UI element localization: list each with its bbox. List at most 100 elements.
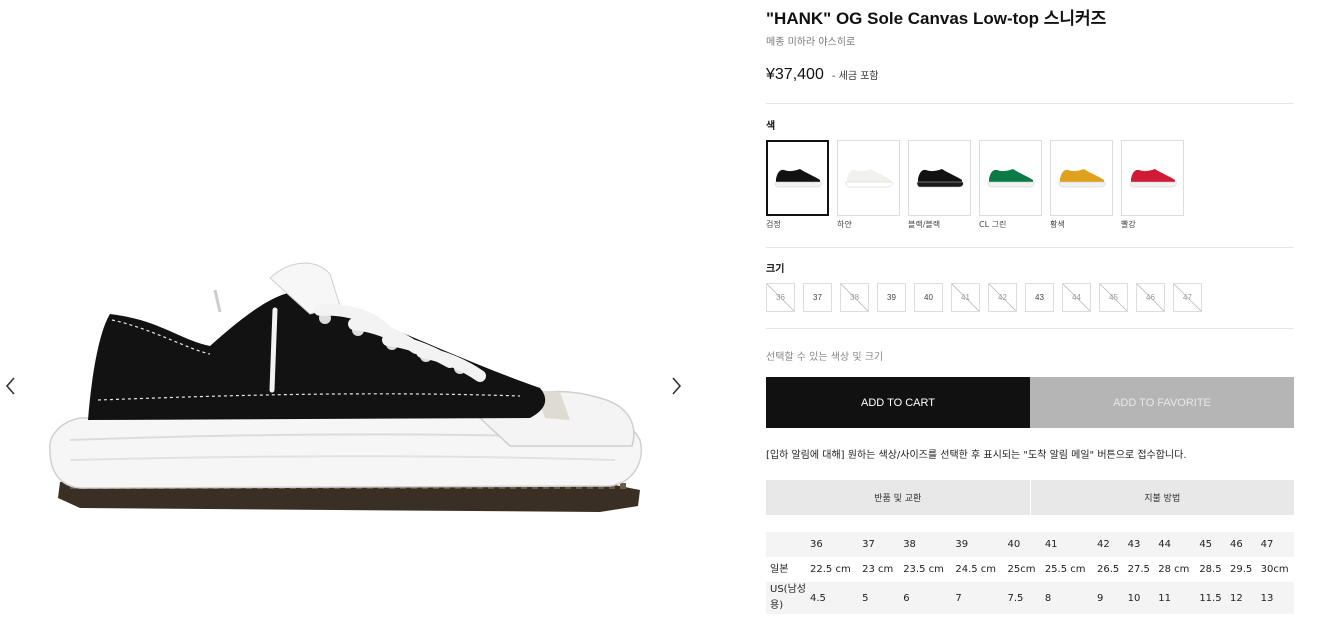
- add-to-favorite-button[interactable]: ADD TO FAVORITE: [1030, 377, 1294, 428]
- size-option[interactable]: 43: [1025, 283, 1054, 312]
- size-chart-cell: 23.5 cm: [899, 557, 952, 582]
- size-chart-cell: 27.5: [1123, 557, 1155, 582]
- swatch-thumbnail[interactable]: [1121, 140, 1184, 216]
- size-chart-cell: 41: [1040, 532, 1093, 557]
- color-swatch[interactable]: 빨강: [1121, 140, 1185, 230]
- size-option[interactable]: 39: [877, 283, 906, 312]
- size-chart-cell: 22.5 cm: [806, 557, 859, 582]
- size-chart-cell: 44: [1154, 532, 1196, 557]
- size-chart-cell: 37: [858, 532, 900, 557]
- size-chart-row: US(남성용) 4.5 5 6 7 7.5 8 9 10 11 11.5 12 13: [766, 582, 1294, 614]
- size-chart-cell: 6: [899, 582, 952, 614]
- swatch-label: 검정: [766, 220, 781, 229]
- size-option[interactable]: 40: [914, 283, 943, 312]
- size-chart-cell: 23 cm: [858, 557, 900, 582]
- size-chart-cell: 7.5: [1003, 582, 1041, 614]
- size-chart-cell: 45: [1195, 532, 1226, 557]
- size-chart-cell: 28.5: [1195, 557, 1226, 582]
- size-chart-cell: 11.5: [1195, 582, 1226, 614]
- size-chart-cell: 7: [951, 582, 1004, 614]
- size-chart-cell: 5: [858, 582, 900, 614]
- size-chart-cell: 46: [1225, 532, 1257, 557]
- size-chart-cell: 11: [1154, 582, 1196, 614]
- size-chart-cell: 38: [899, 532, 952, 557]
- shoe-thumbnail-icon: [916, 169, 963, 188]
- size-chart-cell: [766, 532, 806, 557]
- chevron-left-icon[interactable]: [0, 372, 24, 400]
- product-gallery: [0, 0, 690, 640]
- size-option[interactable]: 46: [1136, 283, 1165, 312]
- color-swatches: 검정 하얀 블랙/블랙 CL 그린 황색 빨강: [766, 140, 1192, 230]
- size-chart-cell: 8: [1040, 582, 1093, 614]
- size-option[interactable]: 42: [988, 283, 1017, 312]
- size-chart-cell: 26.5: [1092, 557, 1124, 582]
- size-chart: 36 37 38 39 40 41 42 43 44 45 46 47 일본 22.5 cm 23 cm 23…: [766, 532, 1294, 614]
- product-image: [49, 262, 642, 512]
- swatch-thumbnail[interactable]: [766, 140, 829, 216]
- shoe-thumbnail-icon: [1058, 169, 1105, 188]
- tab-returns[interactable]: 반품 및 교환: [766, 480, 1030, 515]
- size-chart-cell: 36: [806, 532, 859, 557]
- size-option[interactable]: 45: [1099, 283, 1128, 312]
- size-chart-cell: 43: [1123, 532, 1155, 557]
- size-chart-cell: 28 cm: [1154, 557, 1196, 582]
- brand-name: 메종 미하라 야스히로: [766, 37, 856, 48]
- size-chart-row-label: US(남성용): [766, 582, 806, 614]
- shoe-thumbnail-icon: [987, 169, 1034, 188]
- color-label: 색: [766, 121, 776, 132]
- size-chart-cell: 25cm: [1003, 557, 1041, 582]
- swatch-label: 블랙/블랙: [908, 220, 941, 229]
- swatch-label: 빨강: [1121, 220, 1136, 229]
- tab-payment[interactable]: 지불 방법: [1029, 480, 1295, 515]
- tax-note: - 세금 포함: [831, 71, 879, 82]
- swatch-label: 하얀: [837, 220, 852, 229]
- size-option[interactable]: 41: [951, 283, 980, 312]
- size-option[interactable]: 44: [1062, 283, 1091, 312]
- divider: [766, 103, 1294, 104]
- size-chart-cell: 10: [1123, 582, 1155, 614]
- size-chart-cell: 42: [1092, 532, 1124, 557]
- size-chart-cell: 24.5 cm: [951, 557, 1004, 582]
- color-swatch[interactable]: 블랙/블랙: [908, 140, 972, 230]
- price-row: ¥37,400 - 세금 포함: [766, 66, 879, 84]
- color-swatch[interactable]: CL 그린: [979, 140, 1043, 230]
- add-to-cart-button[interactable]: ADD TO CART: [766, 377, 1030, 428]
- product-title: "HANK" OG Sole Canvas Low-top 스니커즈: [766, 9, 1107, 28]
- size-chart-cell: 25.5 cm: [1040, 557, 1093, 582]
- size-option[interactable]: 47: [1173, 283, 1202, 312]
- size-chart-row-label: 일본: [766, 557, 806, 582]
- size-chart-cell: 47: [1256, 532, 1294, 557]
- swatch-label: CL 그린: [979, 220, 1007, 229]
- swatch-thumbnail[interactable]: [837, 140, 900, 216]
- size-label: 크기: [766, 264, 785, 275]
- price: ¥37,400: [766, 66, 824, 83]
- size-option[interactable]: 38: [840, 283, 869, 312]
- size-option[interactable]: 36: [766, 283, 795, 312]
- restock-notice: [입하 알림에 대해] 원하는 색상/사이즈를 선택한 후 표시되는 "도착 알…: [766, 450, 1187, 461]
- swatch-thumbnail[interactable]: [1050, 140, 1113, 216]
- size-chart-cell: 13: [1256, 582, 1294, 614]
- size-option[interactable]: 37: [803, 283, 832, 312]
- chevron-right-icon[interactable]: [663, 372, 687, 400]
- selection-hint: 선택할 수 있는 색상 및 크기: [766, 352, 884, 363]
- size-chart-cell: 39: [951, 532, 1004, 557]
- shoe-thumbnail-icon: [845, 169, 892, 188]
- swatch-thumbnail[interactable]: [908, 140, 971, 216]
- shoe-thumbnail-icon: [1129, 169, 1176, 188]
- size-chart-cell: 12: [1225, 582, 1257, 614]
- size-chart-row: 일본 22.5 cm 23 cm 23.5 cm 24.5 cm 25cm 25.5 cm 2…: [766, 557, 1294, 582]
- info-tabs: 반품 및 교환 지불 방법: [766, 480, 1294, 515]
- size-options: 36 37 38 39 40 41 42 43 44 45 46 47: [766, 283, 1210, 312]
- size-chart-cell: 4.5: [806, 582, 859, 614]
- size-chart-cell: 29.5: [1225, 557, 1257, 582]
- color-swatch[interactable]: 검정: [766, 140, 830, 230]
- shoe-thumbnail-icon: [774, 169, 821, 188]
- swatch-thumbnail[interactable]: [979, 140, 1042, 216]
- divider: [766, 247, 1294, 248]
- size-chart-header: 36 37 38 39 40 41 42 43 44 45 46 47: [766, 532, 1294, 557]
- swatch-label: 황색: [1050, 220, 1065, 229]
- divider: [766, 328, 1294, 329]
- size-chart-cell: 40: [1003, 532, 1041, 557]
- color-swatch[interactable]: 하얀: [837, 140, 901, 230]
- color-swatch[interactable]: 황색: [1050, 140, 1114, 230]
